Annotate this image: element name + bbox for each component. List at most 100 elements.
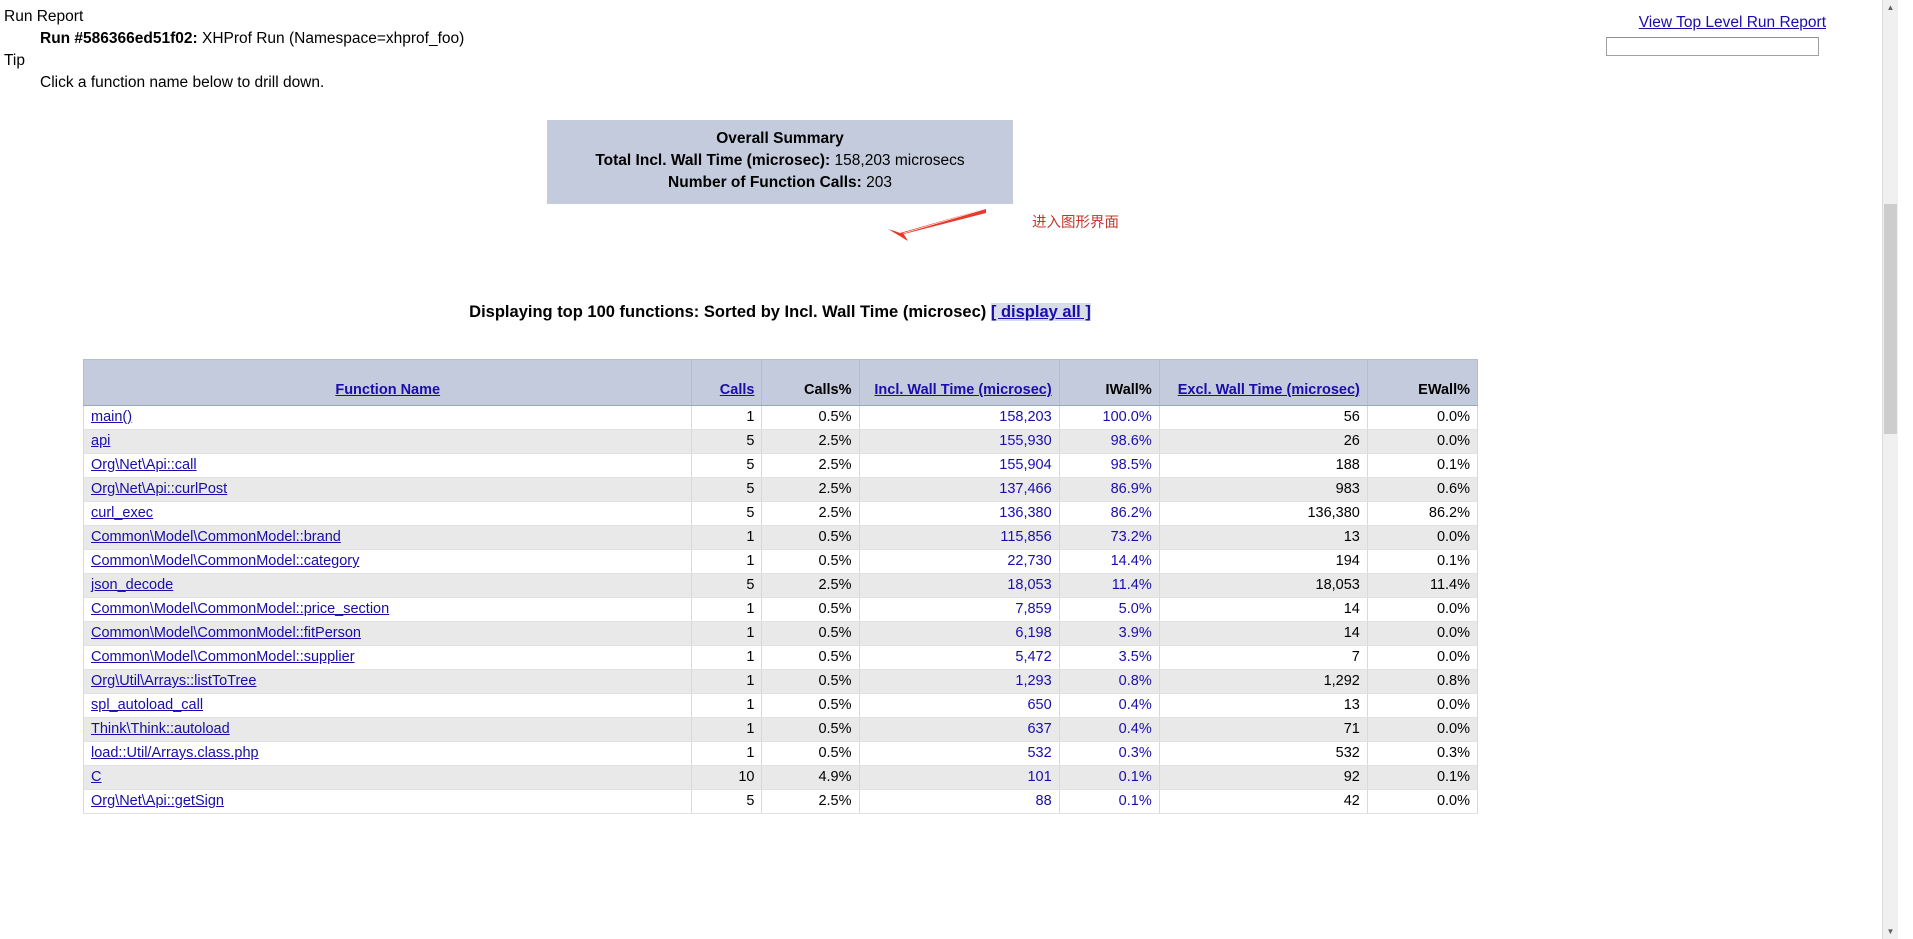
cell-incl-wall-time: 101 bbox=[858, 765, 1060, 790]
cell-ewall-pct: 0.0% bbox=[1366, 693, 1479, 718]
summary-title: Overall Summary bbox=[716, 130, 844, 147]
cell-calls-pct: 2.5% bbox=[761, 429, 860, 454]
cell-function-name: json_decode bbox=[82, 573, 693, 598]
sort-excl-wall-time-link[interactable]: Excl. Wall Time (microsec) bbox=[1178, 382, 1360, 398]
cell-incl-wall-time: 7,859 bbox=[858, 597, 1060, 622]
function-table-body: main() 1 0.5% 158,203 100.0% 56 0.0% api 5 2.5% 15… bbox=[82, 405, 1479, 814]
cell-excl-wall-time: 13 bbox=[1158, 525, 1368, 550]
cell-calls: 5 bbox=[691, 501, 763, 526]
cell-ewall-pct: 0.0% bbox=[1366, 645, 1479, 670]
overall-summary-box: Overall Summary Total Incl. Wall Time (m… bbox=[547, 120, 1013, 204]
cell-incl-wall-time: 1,293 bbox=[858, 669, 1060, 694]
function-table-wrapper: Function Name Calls Calls% Incl. Wall Ti… bbox=[82, 359, 1479, 814]
sort-function-name-link[interactable]: Function Name bbox=[335, 382, 440, 398]
red-arrow-icon bbox=[888, 208, 987, 241]
col-header-function-name[interactable]: Function Name bbox=[82, 359, 693, 406]
cell-calls: 1 bbox=[691, 621, 763, 646]
cell-ewall-pct: 0.1% bbox=[1366, 549, 1479, 574]
cell-ewall-pct: 11.4% bbox=[1366, 573, 1479, 598]
search-input[interactable] bbox=[1606, 37, 1819, 56]
cell-iwall-pct: 100.0% bbox=[1058, 405, 1160, 430]
function-name-link[interactable]: Org\Net\Api::call bbox=[91, 457, 197, 473]
cell-incl-wall-time: 155,904 bbox=[858, 453, 1060, 478]
cell-iwall-pct: 0.4% bbox=[1058, 717, 1160, 742]
cell-ewall-pct: 0.0% bbox=[1366, 717, 1479, 742]
cell-calls: 1 bbox=[691, 693, 763, 718]
table-row: Org\Net\Api::getSign 5 2.5% 88 0.1% 42 0.0% bbox=[82, 789, 1479, 814]
cell-calls-pct: 0.5% bbox=[761, 741, 860, 766]
sort-incl-wall-time-link[interactable]: Incl. Wall Time (microsec) bbox=[874, 382, 1051, 398]
cell-ewall-pct: 0.0% bbox=[1366, 525, 1479, 550]
sort-calls-link[interactable]: Calls bbox=[720, 382, 755, 398]
table-row: Think\Think::autoload 1 0.5% 637 0.4% 71 0.0% bbox=[82, 717, 1479, 742]
function-name-link[interactable]: api bbox=[91, 433, 110, 449]
vertical-scrollbar[interactable]: ▲ ▼ bbox=[1882, 0, 1898, 939]
view-top-level-run-report-link[interactable]: View Top Level Run Report bbox=[1639, 14, 1826, 31]
function-name-link[interactable]: curl_exec bbox=[91, 505, 153, 521]
cell-calls: 5 bbox=[691, 477, 763, 502]
cell-incl-wall-time: 155,930 bbox=[858, 429, 1060, 454]
cell-excl-wall-time: 92 bbox=[1158, 765, 1368, 790]
cell-function-name: Org\Net\Api::getSign bbox=[82, 789, 693, 814]
function-name-link[interactable]: Common\Model\CommonModel::brand bbox=[91, 529, 341, 545]
function-name-link[interactable]: Common\Model\CommonModel::supplier bbox=[91, 649, 355, 665]
cell-function-name: Org\Net\Api::curlPost bbox=[82, 477, 693, 502]
cell-calls-pct: 0.5% bbox=[761, 621, 860, 646]
col-header-iwall-pct: IWall% bbox=[1058, 359, 1160, 406]
function-name-link[interactable]: Org\Util\Arrays::listToTree bbox=[91, 673, 256, 689]
col-header-calls-pct: Calls% bbox=[761, 359, 860, 406]
cell-incl-wall-time: 158,203 bbox=[858, 405, 1060, 430]
function-name-link[interactable]: spl_autoload_call bbox=[91, 697, 203, 713]
function-name-link[interactable]: Common\Model\CommonModel::fitPerson bbox=[91, 625, 361, 641]
table-row: Common\Model\CommonModel::supplier 1 0.5% 5… bbox=[82, 645, 1479, 670]
scroll-down-arrow-icon[interactable]: ▼ bbox=[1883, 924, 1898, 939]
cell-excl-wall-time: 188 bbox=[1158, 453, 1368, 478]
cell-ewall-pct: 0.0% bbox=[1366, 789, 1479, 814]
cell-incl-wall-time: 5,472 bbox=[858, 645, 1060, 670]
cell-ewall-pct: 0.1% bbox=[1366, 453, 1479, 478]
cell-iwall-pct: 3.5% bbox=[1058, 645, 1160, 670]
cell-calls: 1 bbox=[691, 669, 763, 694]
function-name-link[interactable]: Think\Think::autoload bbox=[91, 721, 230, 737]
cell-iwall-pct: 0.3% bbox=[1058, 741, 1160, 766]
col-header-ewall-pct: EWall% bbox=[1366, 359, 1479, 406]
table-row: json_decode 5 2.5% 18,053 11.4% 18,053 11.4% bbox=[82, 573, 1479, 598]
table-row: Org\Util\Arrays::listToTree 1 0.5% 1,293 0.8… bbox=[82, 669, 1479, 694]
cell-calls-pct: 0.5% bbox=[761, 645, 860, 670]
cell-function-name: Org\Net\Api::call bbox=[82, 453, 693, 478]
cell-calls: 1 bbox=[691, 405, 763, 430]
table-caption: Displaying top 100 functions: Sorted by … bbox=[0, 303, 1560, 322]
function-name-link[interactable]: load::Util/Arrays.class.php bbox=[91, 745, 259, 761]
cell-calls: 5 bbox=[691, 453, 763, 478]
cell-incl-wall-time: 136,380 bbox=[858, 501, 1060, 526]
cell-calls: 1 bbox=[691, 597, 763, 622]
table-row: Common\Model\CommonModel::fitPerson 1 0.5%… bbox=[82, 621, 1479, 646]
table-row: Common\Model\CommonModel::price_section 1… bbox=[82, 597, 1479, 622]
cell-excl-wall-time: 42 bbox=[1158, 789, 1368, 814]
table-row: load::Util/Arrays.class.php 1 0.5% 532 0.3% 5… bbox=[82, 741, 1479, 766]
function-name-link[interactable]: Org\Net\Api::getSign bbox=[91, 793, 224, 809]
col-header-calls[interactable]: Calls bbox=[691, 359, 763, 406]
scroll-up-arrow-icon[interactable]: ▲ bbox=[1883, 0, 1898, 15]
cell-calls-pct: 0.5% bbox=[761, 405, 860, 430]
scrollbar-thumb[interactable] bbox=[1884, 204, 1897, 434]
cell-ewall-pct: 0.0% bbox=[1366, 405, 1479, 430]
function-name-link[interactable]: Common\Model\CommonModel::price_section bbox=[91, 601, 389, 617]
annotation-text: 进入图形界面 bbox=[1032, 215, 1119, 231]
function-name-link[interactable]: Org\Net\Api::curlPost bbox=[91, 481, 227, 497]
col-header-incl-wall-time[interactable]: Incl. Wall Time (microsec) bbox=[858, 359, 1060, 406]
table-row: api 5 2.5% 155,930 98.6% 26 0.0% bbox=[82, 429, 1479, 454]
col-header-excl-wall-time[interactable]: Excl. Wall Time (microsec) bbox=[1158, 359, 1368, 406]
cell-calls-pct: 0.5% bbox=[761, 669, 860, 694]
cell-calls: 5 bbox=[691, 573, 763, 598]
function-name-link[interactable]: main() bbox=[91, 409, 132, 425]
cell-incl-wall-time: 6,198 bbox=[858, 621, 1060, 646]
cell-function-name: C bbox=[82, 765, 693, 790]
cell-calls: 5 bbox=[691, 789, 763, 814]
function-name-link[interactable]: C bbox=[91, 769, 101, 785]
cell-incl-wall-time: 650 bbox=[858, 693, 1060, 718]
cell-iwall-pct: 0.4% bbox=[1058, 693, 1160, 718]
function-name-link[interactable]: json_decode bbox=[91, 577, 173, 593]
function-name-link[interactable]: Common\Model\CommonModel::category bbox=[91, 553, 359, 569]
display-all-link[interactable]: [ display all ] bbox=[990, 303, 1091, 321]
